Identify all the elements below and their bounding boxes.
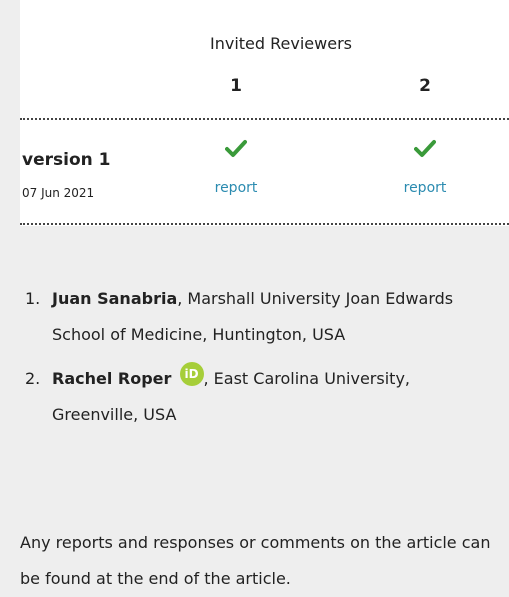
- reviewer-number: 2.: [25, 369, 41, 388]
- reviewer-number: 1.: [25, 289, 41, 308]
- reviewer-item-1: 1. Juan Sanabria, Marshall University Jo…: [0, 281, 509, 353]
- reviewer-name: Juan Sanabria: [52, 289, 178, 308]
- reviewer-list: 1. Juan Sanabria, Marshall University Jo…: [0, 281, 509, 433]
- reviewer-name: Rachel Roper: [52, 369, 172, 388]
- reviewer-status-panel: Invited Reviewers 1 2 version 1 07 Jun 2…: [20, 0, 509, 226]
- version-date: 07 Jun 2021: [22, 186, 95, 200]
- orcid-icon[interactable]: iD: [179, 362, 204, 386]
- invited-reviewers-title: Invited Reviewers: [210, 34, 352, 53]
- reviewer-column-2: 2: [419, 76, 431, 96]
- checkmark-icon: [414, 140, 436, 157]
- dotted-divider-top: [20, 118, 509, 120]
- footer-note: Any reports and responses or comments on…: [20, 533, 491, 588]
- reviewer-item-2: 2. Rachel Roper iD, East Carolina Univer…: [0, 361, 509, 433]
- version-label: version 1: [22, 150, 111, 170]
- reviewer-column-1: 1: [230, 76, 242, 96]
- checkmark-icon: [225, 140, 247, 157]
- report-link-reviewer-2[interactable]: report: [404, 180, 447, 196]
- report-link-reviewer-1[interactable]: report: [215, 180, 258, 196]
- dotted-divider-bottom: [20, 223, 509, 225]
